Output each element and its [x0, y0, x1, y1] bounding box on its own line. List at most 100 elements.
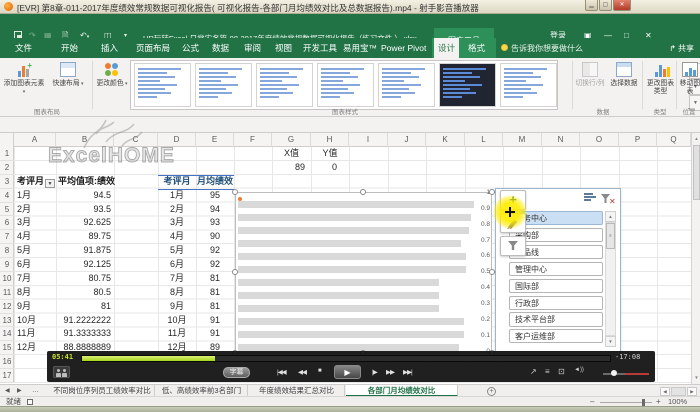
ribbon-tab-数据[interactable]: 数据: [208, 38, 233, 58]
column-header-B[interactable]: B: [56, 133, 114, 147]
pivot-cell-value[interactable]: 91.3333333: [56, 327, 114, 341]
new-sheet-button[interactable]: +: [487, 387, 496, 396]
ribbon-tab-文件[interactable]: 文件: [11, 38, 36, 58]
ref-header-value[interactable]: 月均绩效: [196, 175, 234, 189]
quick-layout-button[interactable]: 快速布局: [46, 60, 90, 88]
ref-cell-value[interactable]: 81: [196, 286, 234, 300]
slicer-item-客户运维部[interactable]: 客户运维部: [509, 329, 603, 343]
open-file-icon[interactable]: ↗: [530, 367, 537, 376]
ref-cell-month[interactable]: 10月: [158, 314, 196, 328]
chart-filters-button[interactable]: [500, 236, 526, 256]
select-all-corner[interactable]: [0, 133, 14, 147]
move-chart-button[interactable]: 移动图表: [678, 60, 700, 96]
ref-cell-month[interactable]: 8月: [158, 286, 196, 300]
row-header-11[interactable]: 11: [0, 286, 14, 300]
volume-knob[interactable]: [611, 370, 617, 376]
fast-forward-button[interactable]: ▶▶: [386, 368, 394, 376]
stop-button[interactable]: ■: [318, 368, 321, 374]
ribbon-tab-公式[interactable]: 公式: [178, 38, 203, 58]
ribbon-tab-审阅[interactable]: 审阅: [240, 38, 265, 58]
pivot-cell-value[interactable]: 91.2222222: [56, 314, 114, 328]
ribbon-tab-Power Pivot[interactable]: Power Pivot: [377, 38, 430, 58]
community-button[interactable]: [53, 366, 70, 378]
seek-bar[interactable]: [81, 355, 611, 362]
pivot-cell-month[interactable]: 3月: [14, 216, 56, 230]
chart-style-thumbnail-6[interactable]: [439, 63, 496, 107]
pivot-cell-month[interactable]: 11月: [14, 327, 56, 341]
chart-selection-handle[interactable]: [232, 269, 238, 275]
column-header-A[interactable]: A: [14, 133, 56, 147]
column-header-E[interactable]: E: [196, 133, 234, 147]
change-colors-button[interactable]: 更改颜色: [94, 60, 130, 88]
pivot-cell-month[interactable]: 5月: [14, 244, 56, 258]
ref-cell-month[interactable]: 9月: [158, 300, 196, 314]
pivot-cell-value[interactable]: 80.5: [56, 286, 114, 300]
select-data-button[interactable]: 选择数据: [607, 60, 641, 88]
next-button[interactable]: ▶▶|: [403, 368, 412, 376]
row-header-3[interactable]: 3: [0, 175, 14, 189]
cell-y-label[interactable]: Y值: [311, 147, 349, 161]
slicer-item-行政部[interactable]: 行政部: [509, 296, 603, 310]
vscroll-up-icon[interactable]: ▲: [692, 134, 700, 144]
ribbon-tab-格式[interactable]: 格式: [464, 38, 489, 58]
column-header-P[interactable]: P: [619, 133, 657, 147]
tell-me-box[interactable]: 告诉我你想要做什么: [511, 43, 583, 54]
change-chart-type-button[interactable]: 更改图表类型: [644, 60, 677, 96]
row-header-5[interactable]: 5: [0, 203, 14, 217]
ref-cell-value[interactable]: 92: [196, 244, 234, 258]
slicer-item-国际部[interactable]: 国际部: [509, 279, 603, 293]
row-header-9[interactable]: 9: [0, 258, 14, 272]
row-header-4[interactable]: 4: [0, 189, 14, 203]
slicer-scroll-down-icon[interactable]: ▼: [605, 336, 616, 347]
pivot-cell-value[interactable]: 81: [56, 300, 114, 314]
ribbon-tab-开始[interactable]: 开始: [57, 38, 82, 58]
player-close-button[interactable]: ✕: [613, 0, 631, 11]
pivot-cell-month[interactable]: 2月: [14, 203, 56, 217]
pivot-cell-month[interactable]: 9月: [14, 300, 56, 314]
pivot-cell-value[interactable]: 92.125: [56, 258, 114, 272]
row-header-15[interactable]: 15: [0, 341, 14, 355]
row-header-7[interactable]: 7: [0, 230, 14, 244]
column-header-D[interactable]: D: [158, 133, 196, 147]
vscroll-thumb[interactable]: [693, 145, 700, 200]
ref-cell-month[interactable]: 4月: [158, 230, 196, 244]
pivot-filter-dropdown-icon[interactable]: ▼: [45, 179, 55, 188]
ref-cell-month[interactable]: 5月: [158, 244, 196, 258]
hscroll-right-icon[interactable]: ▶: [687, 387, 697, 396]
chart-selection-handle[interactable]: [232, 189, 238, 195]
screenshot-icon[interactable]: ⊡: [558, 367, 565, 376]
cell-x-value[interactable]: 89: [272, 161, 311, 175]
row-header-14[interactable]: 14: [0, 327, 14, 341]
player-restore-button[interactable]: ▢: [599, 0, 612, 11]
row-header-16[interactable]: 16: [0, 355, 14, 369]
row-header-1[interactable]: 1: [0, 147, 14, 161]
zoom-knob[interactable]: [642, 399, 645, 406]
pivot-cell-value[interactable]: 94.5: [56, 189, 114, 203]
chart-style-thumbnail-4[interactable]: [317, 63, 374, 107]
ribbon-tab-开发工具[interactable]: 开发工具: [299, 38, 341, 58]
column-header-H[interactable]: H: [311, 133, 349, 147]
slicer-multiselect-icon[interactable]: [584, 193, 597, 204]
ref-cell-value[interactable]: 81: [196, 300, 234, 314]
player-minimize-button[interactable]: ▁: [585, 0, 598, 11]
column-header-M[interactable]: M: [503, 133, 542, 147]
play-button[interactable]: ▶: [334, 365, 361, 379]
row-header-8[interactable]: 8: [0, 244, 14, 258]
ribbon-tab-易用宝™[interactable]: 易用宝™: [339, 38, 381, 58]
column-header-J[interactable]: J: [388, 133, 426, 147]
pivot-cell-month[interactable]: 8月: [14, 286, 56, 300]
chart-selection-handle[interactable]: [360, 189, 366, 195]
column-header-N[interactable]: N: [542, 133, 580, 147]
ref-cell-month[interactable]: 6月: [158, 258, 196, 272]
slicer-scroll-thumb[interactable]: ≡: [606, 223, 615, 249]
chart-style-thumbnail-3[interactable]: [256, 63, 313, 107]
hscroll-thumb[interactable]: [671, 387, 686, 396]
ribbon-tab-页面布局[interactable]: 页面布局: [132, 38, 174, 58]
vertical-scrollbar[interactable]: ▲ ▼: [691, 133, 700, 384]
ref-cell-month[interactable]: 11月: [158, 327, 196, 341]
pivot-cell-value[interactable]: 93.5: [56, 203, 114, 217]
column-header-L[interactable]: L: [465, 133, 503, 147]
hscroll-left-icon[interactable]: ◀: [660, 387, 670, 396]
playlist-icon[interactable]: ≡: [545, 367, 550, 376]
ref-header-month[interactable]: 考评月: [158, 175, 196, 189]
